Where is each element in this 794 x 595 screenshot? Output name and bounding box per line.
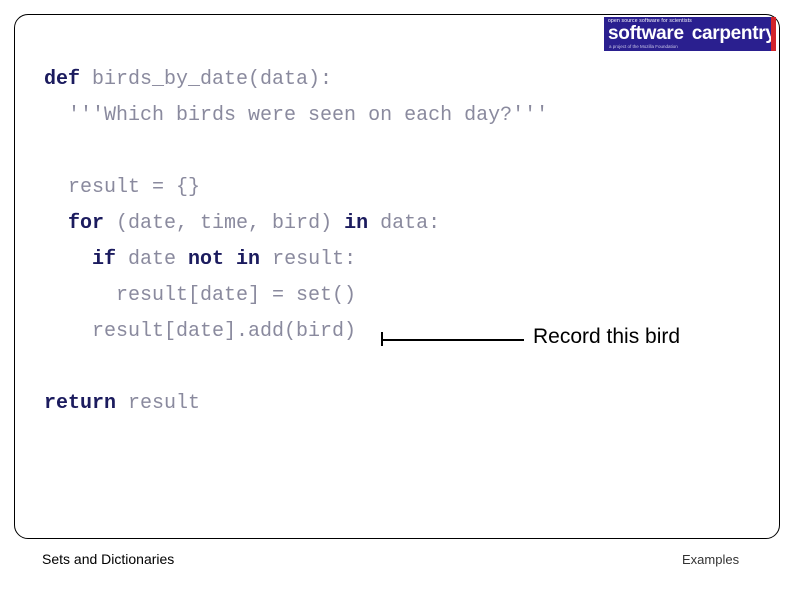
code-text: result = {} [68, 176, 201, 199]
code-block: def birds_by_date(data): '''Which birds … [44, 62, 684, 422]
callout-label: Record this bird [533, 325, 681, 348]
code-keyword: if [92, 248, 129, 271]
logo-red-bar [771, 17, 776, 51]
software-carpentry-logo: open source software for scientists soft… [604, 17, 776, 51]
code-text: data: [380, 212, 441, 235]
code-line: if date not in result: [44, 242, 684, 278]
footer-right-label: Examples [682, 552, 740, 567]
code-text: (date, time, bird) [116, 212, 345, 235]
logo-wordmark: software carpentry [608, 23, 776, 45]
footer-left-label: Sets and Dictionaries [42, 551, 175, 567]
code-text: '''Which birds were seen on each day?''' [68, 104, 549, 127]
code-keyword: in [344, 212, 381, 235]
code-text: result: [272, 248, 357, 271]
code-line: '''Which birds were seen on each day?''' [44, 98, 684, 134]
code-text: result [128, 392, 201, 415]
callout-leader-tick [381, 332, 383, 346]
code-text: date [128, 248, 189, 271]
logo-word-carpentry: carpentry [691, 23, 776, 44]
logo-tagline-bottom: a project of the Mozilla Foundation [609, 44, 678, 49]
code-keyword: not in [188, 248, 273, 271]
code-text: result[date].add(bird) [92, 320, 357, 343]
code-line: for (date, time, bird) in data: [44, 206, 684, 242]
code-line: result[date] = set() [44, 278, 684, 314]
code-text: result[date] = set() [116, 284, 357, 307]
code-line: result = {} [44, 170, 684, 206]
code-line: return result [44, 386, 684, 422]
logo-word-software: software [608, 23, 684, 44]
code-keyword: def [44, 68, 93, 91]
callout-leader-line [382, 339, 524, 341]
code-text: birds_by_date(data): [92, 68, 333, 91]
code-keyword: for [68, 212, 117, 235]
code-keyword: return [44, 392, 129, 415]
code-line: def birds_by_date(data): [44, 62, 684, 98]
